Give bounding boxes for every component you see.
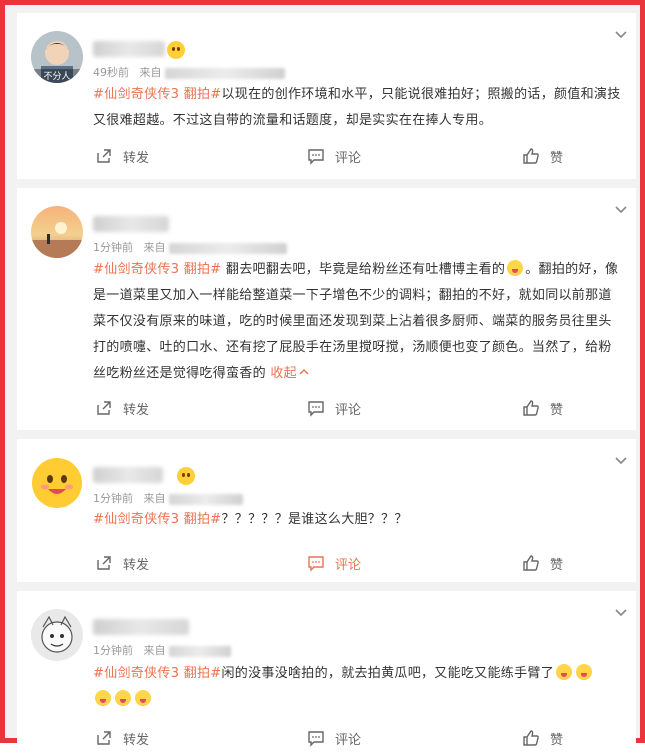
comment-text: #仙剑奇侠传3 翻拍#以现在的创作环境和水平，只能说很难拍好；照搬的话，颜值和演… (93, 82, 623, 134)
comment-icon (308, 401, 324, 417)
source-redacted (169, 493, 243, 505)
comment-button[interactable]: 评论 (307, 548, 361, 578)
repost-icon (97, 556, 111, 570)
repost-button[interactable]: 转发 (95, 548, 149, 578)
comment-meta: 49秒前 来自 (93, 64, 285, 80)
blush-emoji-icon (115, 690, 131, 706)
action-bar: 转发 评论 赞 (17, 723, 636, 753)
avatar[interactable] (31, 457, 83, 509)
comment-text: #仙剑奇侠传3 翻拍#闲的没事没啥拍的，就去拍黄瓜吧，又能吃又能练手臂了 (93, 661, 623, 713)
avatar[interactable] (31, 206, 83, 258)
blush-emoji-icon (95, 690, 111, 706)
repost-button[interactable]: 转发 (95, 141, 149, 171)
thumbs-up-icon (523, 400, 539, 416)
comment-card: 1分钟前 来自 #仙剑奇侠传3 翻拍#闲的没事没啥拍的，就去拍黄瓜吧，又能吃又能… (17, 591, 636, 751)
like-label: 赞 (550, 557, 564, 573)
timestamp: 1分钟前 (93, 241, 133, 254)
vip-badge-icon (167, 41, 185, 59)
comment-meta: 1分钟前 来自 (93, 239, 287, 255)
comment-body: 闲的没事没啥拍的，就去拍黄瓜吧，又能吃又能练手臂了 (221, 666, 555, 681)
screenshot-frame: 不分人 49秒前 来自 #仙剑奇侠传3 翻拍#以现在的创作环境和水平，只能说很难… (0, 0, 645, 751)
comment-label: 评论 (335, 557, 362, 573)
source-prefix: 来自 (139, 66, 162, 79)
laughing-emoji-icon (507, 260, 524, 276)
timestamp: 1分钟前 (93, 492, 133, 505)
username-redacted[interactable] (93, 41, 165, 57)
like-button[interactable]: 赞 (522, 548, 563, 578)
repost-icon (97, 401, 111, 415)
like-label: 赞 (550, 732, 564, 748)
comment-button[interactable]: 评论 (307, 141, 361, 171)
repost-button[interactable]: 转发 (95, 723, 149, 753)
comment-body-continued: 。翻拍的好，像是一道菜里又加入一样能给整道菜一下子增色不少的调料；翻拍的不好，就… (93, 262, 619, 381)
avatar[interactable] (31, 609, 83, 661)
source-redacted (169, 645, 231, 657)
blush-emoji-icon (576, 664, 593, 680)
hashtag-link[interactable]: #仙剑奇侠传3 翻拍# (93, 87, 222, 102)
avatar-caption: 不分人 (43, 71, 70, 82)
comment-body: ？？？？？是谁这么大胆？？？ (221, 512, 408, 527)
thumbs-up-icon (523, 555, 539, 571)
like-button[interactable]: 赞 (522, 393, 563, 423)
source-redacted (169, 242, 287, 254)
comment-card: 1分钟前 来自 #仙剑奇侠传3 翻拍#？？？？？是谁这么大胆？？？ 转发 评论 … (17, 439, 636, 582)
collapse-label: 收起 (270, 366, 297, 381)
chevron-down-icon[interactable] (614, 453, 628, 467)
thumbs-up-icon (523, 730, 539, 746)
repost-icon (97, 731, 111, 745)
repost-button[interactable]: 转发 (95, 393, 149, 423)
comment-text: #仙剑奇侠传3 翻拍#？？？？？是谁这么大胆？？？ (93, 507, 623, 533)
source-prefix: 来自 (143, 492, 166, 505)
action-bar: 转发 评论 赞 (17, 548, 636, 578)
comment-icon (308, 731, 324, 747)
hashtag-link[interactable]: #仙剑奇侠传3 翻拍# (93, 262, 222, 277)
blush-emoji-icon (135, 690, 151, 706)
repost-label: 转发 (123, 402, 150, 418)
action-bar: 转发 评论 赞 (17, 393, 636, 423)
like-button[interactable]: 赞 (522, 141, 563, 171)
source-prefix: 来自 (143, 644, 166, 657)
comment-label: 评论 (335, 402, 362, 418)
chevron-down-icon[interactable] (614, 605, 628, 619)
blush-emoji-icon (556, 664, 573, 680)
chevron-down-icon[interactable] (614, 27, 628, 41)
comment-label: 评论 (335, 732, 362, 748)
chevron-up-icon (299, 369, 309, 375)
timestamp: 1分钟前 (93, 644, 133, 657)
comment-button[interactable]: 评论 (307, 723, 361, 753)
comment-card: 1分钟前 来自 #仙剑奇侠传3 翻拍# 翻去吧翻去吧，毕竟是给粉丝还有吐槽博主看… (17, 188, 636, 430)
username-redacted[interactable] (93, 619, 189, 635)
like-label: 赞 (550, 402, 564, 418)
like-button[interactable]: 赞 (522, 723, 563, 753)
action-bar: 转发 评论 赞 (17, 141, 636, 171)
username-redacted[interactable] (93, 467, 163, 483)
vip-badge-icon (177, 467, 195, 485)
repost-label: 转发 (123, 150, 150, 166)
comment-body: 翻去吧翻去吧，毕竟是给粉丝还有吐槽博主看的 (221, 262, 506, 277)
repost-icon (97, 149, 111, 163)
repost-label: 转发 (123, 732, 150, 748)
comment-text: #仙剑奇侠传3 翻拍# 翻去吧翻去吧，毕竟是给粉丝还有吐槽博主看的 。翻拍的好，像… (93, 257, 623, 387)
thumbs-up-icon (523, 148, 539, 164)
collapse-link[interactable]: 收起 (270, 366, 309, 381)
repost-label: 转发 (123, 557, 150, 573)
source-redacted (165, 67, 285, 79)
source-prefix: 来自 (143, 241, 166, 254)
comment-label: 评论 (335, 150, 362, 166)
comment-meta: 1分钟前 来自 (93, 642, 231, 658)
hashtag-link[interactable]: #仙剑奇侠传3 翻拍# (93, 666, 222, 681)
comment-button[interactable]: 评论 (307, 393, 361, 423)
chevron-down-icon[interactable] (614, 202, 628, 216)
comment-icon (308, 149, 324, 165)
comment-card: 不分人 49秒前 来自 #仙剑奇侠传3 翻拍#以现在的创作环境和水平，只能说很难… (17, 13, 636, 179)
comment-icon (308, 556, 324, 572)
comment-meta: 1分钟前 来自 (93, 490, 243, 506)
avatar[interactable]: 不分人 (31, 31, 83, 83)
like-label: 赞 (550, 150, 564, 166)
timestamp: 49秒前 (93, 66, 129, 79)
hashtag-link[interactable]: #仙剑奇侠传3 翻拍# (93, 512, 222, 527)
username-redacted[interactable] (93, 216, 169, 232)
